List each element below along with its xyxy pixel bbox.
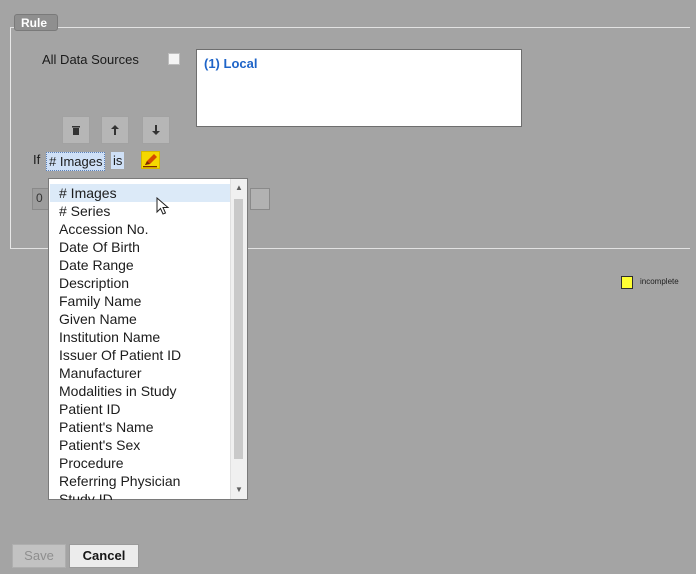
mouse-cursor-icon (156, 197, 170, 215)
dropdown-option[interactable]: Referring Physician (50, 472, 239, 490)
all-data-sources-label: All Data Sources (42, 52, 139, 67)
data-source-item[interactable]: (1) Local (204, 56, 257, 71)
dropdown-option[interactable]: Description (50, 274, 239, 292)
dropdown-option[interactable]: Date Of Birth (50, 238, 239, 256)
rule-legend: Rule (14, 14, 58, 31)
field-dropdown[interactable]: # Images # Series Accession No. Date Of … (48, 178, 248, 500)
operator-selector[interactable]: is (111, 152, 125, 169)
incomplete-swatch (621, 276, 633, 289)
scroll-up-icon[interactable]: ▲ (231, 180, 247, 196)
arrow-down-icon (152, 125, 160, 136)
move-down-button[interactable] (142, 116, 170, 144)
dropdown-option[interactable]: Date Range (50, 256, 239, 274)
delete-button[interactable] (62, 116, 90, 144)
data-source-list[interactable]: (1) Local (196, 49, 522, 127)
trash-icon (72, 126, 80, 136)
dropdown-option[interactable]: # Series (50, 202, 239, 220)
dropdown-option[interactable]: Study ID (50, 490, 239, 500)
field-selector[interactable]: # Images (46, 152, 106, 171)
dropdown-option[interactable]: Patient ID (50, 400, 239, 418)
scroll-down-icon[interactable]: ▼ (231, 482, 247, 498)
dropdown-option[interactable]: Issuer Of Patient ID (50, 346, 239, 364)
dropdown-option[interactable]: Accession No. (50, 220, 239, 238)
if-label: If (33, 152, 41, 167)
arrow-up-icon (111, 125, 119, 136)
all-data-sources-checkbox[interactable] (168, 53, 180, 65)
edit-pencil-icon[interactable] (141, 151, 160, 169)
move-up-button[interactable] (101, 116, 129, 144)
dropdown-option[interactable]: Patient's Name (50, 418, 239, 436)
save-button[interactable]: Save (12, 544, 66, 568)
value-button[interactable] (250, 188, 270, 210)
dropdown-option[interactable]: Manufacturer (50, 364, 239, 382)
scroll-thumb[interactable] (234, 199, 243, 459)
dropdown-option[interactable]: Modalities in Study (50, 382, 239, 400)
dropdown-option[interactable]: Given Name (50, 310, 239, 328)
dropdown-option[interactable]: Patient's Sex (50, 436, 239, 454)
dropdown-option[interactable]: # Images (50, 184, 239, 202)
incomplete-label: incomplete (640, 277, 679, 286)
dropdown-scrollbar[interactable]: ▲ ▼ (230, 179, 247, 499)
dropdown-option[interactable]: Institution Name (50, 328, 239, 346)
dropdown-option[interactable]: Procedure (50, 454, 239, 472)
cancel-button[interactable]: Cancel (69, 544, 139, 568)
dropdown-option[interactable]: Family Name (50, 292, 239, 310)
